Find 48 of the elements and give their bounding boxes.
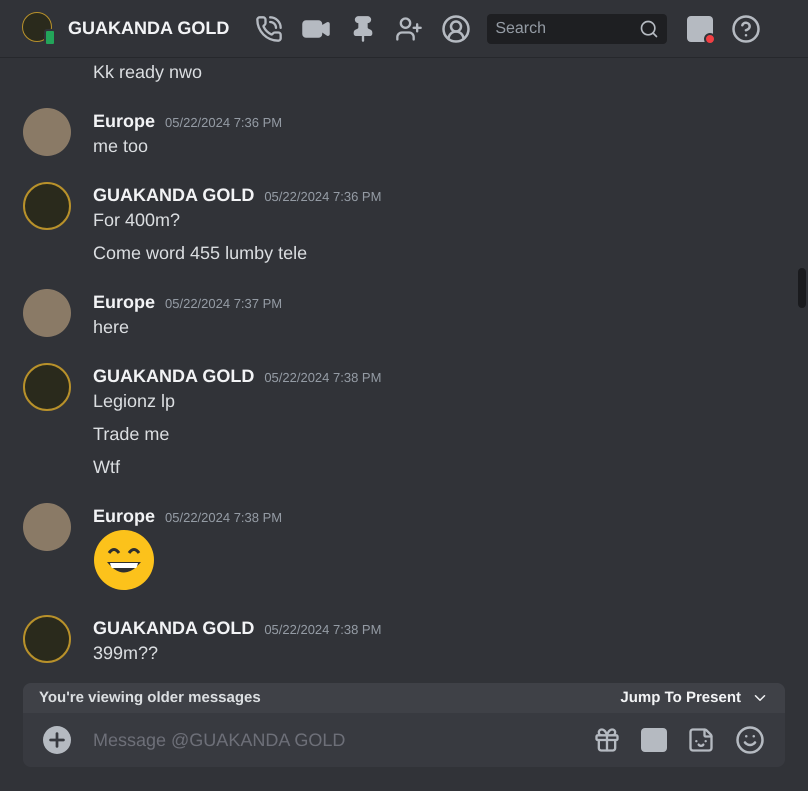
- emoji-icon[interactable]: [735, 725, 765, 755]
- message-text: Trade me: [93, 423, 170, 446]
- older-messages-banner[interactable]: You're viewing older messages Jump To Present: [23, 683, 785, 713]
- message-timestamp: 05/22/2024 7:38 PM: [165, 509, 282, 527]
- photo-placeholder[interactable]: [23, 289, 71, 337]
- message-timestamp: 05/22/2024 7:37 PM: [165, 295, 282, 313]
- search-field[interactable]: Search: [487, 14, 668, 44]
- message-text: For 400m?: [93, 209, 182, 232]
- message-text: Kk ready nwo: [93, 61, 202, 84]
- scrollbar-thumb[interactable]: [798, 268, 806, 308]
- help-icon[interactable]: [731, 14, 762, 44]
- photo-placeholder[interactable]: [23, 108, 71, 156]
- server-logo-avatar[interactable]: [23, 182, 71, 230]
- add-friends-icon[interactable]: [395, 14, 424, 42]
- author-name[interactable]: Europe: [93, 503, 156, 530]
- author-name[interactable]: Europe: [93, 289, 156, 316]
- message-text: Wtf: [93, 456, 121, 479]
- photo-placeholder[interactable]: [23, 503, 71, 551]
- server-logo-avatar[interactable]: [23, 363, 71, 411]
- jump-to-present-link[interactable]: Jump To Present: [620, 686, 741, 710]
- mobile-status-icon: [44, 28, 56, 46]
- message-text: here: [93, 316, 130, 339]
- author-name[interactable]: GUAKANDA GOLD: [93, 615, 254, 642]
- voice-call-icon[interactable]: [255, 14, 284, 42]
- server-logo-avatar[interactable]: [23, 615, 71, 663]
- message-timestamp: 05/22/2024 7:38 PM: [264, 369, 382, 387]
- author-name[interactable]: GUAKANDA GOLD: [93, 363, 254, 390]
- message-timestamp: 05/22/2024 7:36 PM: [264, 188, 382, 206]
- user-profile-icon[interactable]: [441, 14, 472, 44]
- grinning-face-icon: [93, 529, 155, 591]
- gift-icon[interactable]: [593, 726, 621, 754]
- message-text: me too: [93, 135, 150, 158]
- message-timestamp: 05/22/2024 7:36 PM: [165, 114, 282, 132]
- author-name[interactable]: Europe: [93, 108, 156, 135]
- inbox-icon[interactable]: [687, 16, 714, 42]
- author-name[interactable]: GUAKANDA GOLD: [93, 182, 254, 209]
- sticker-icon[interactable]: [687, 726, 715, 754]
- server-logo-avatar[interactable]: [22, 12, 52, 42]
- channel-title: GUAKANDA GOLD: [68, 17, 230, 40]
- message-text: 399m??: [93, 642, 160, 665]
- message-text: Legionz lp: [93, 390, 176, 413]
- composer-bar[interactable]: Message @GUAKANDA GOLD: [23, 713, 785, 767]
- message-text: Come word 455 lumby tele: [93, 242, 308, 265]
- banner-text: You're viewing older messages: [39, 688, 261, 708]
- message-timestamp: 05/22/2024 7:38 PM: [264, 621, 382, 639]
- message-field[interactable]: Message @GUAKANDA GOLD: [93, 726, 593, 754]
- search-icon: [639, 18, 660, 38]
- add-attachment-icon[interactable]: [43, 726, 71, 754]
